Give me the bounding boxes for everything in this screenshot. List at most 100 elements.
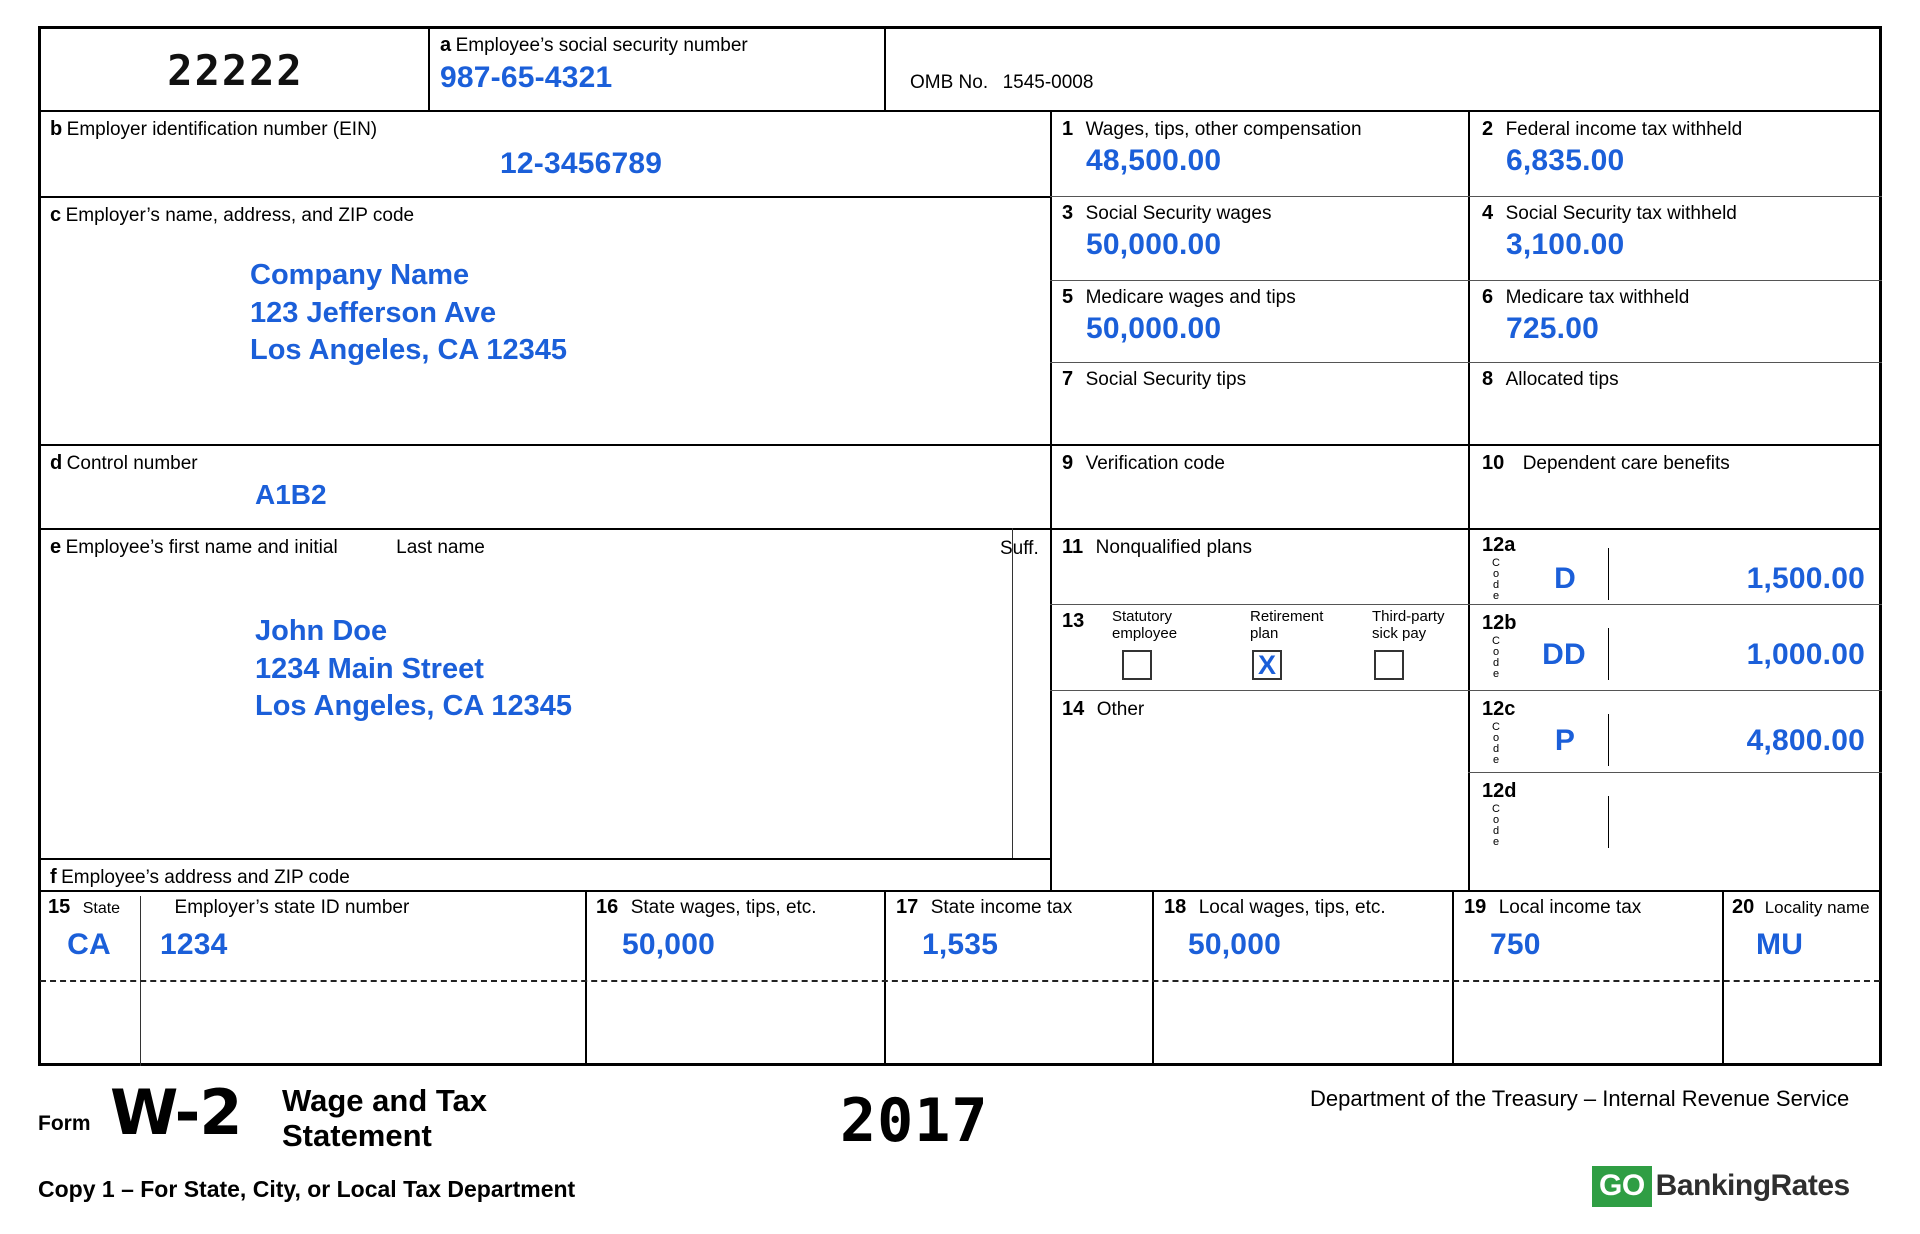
box-16[interactable]: 16 State wages, tips, etc. <box>596 896 886 919</box>
box-d-letter: d <box>50 452 63 474</box>
omb-label: OMB No. <box>910 72 989 93</box>
box-13-number: 13 <box>1062 610 1085 632</box>
box-15-state-value: CA <box>67 928 111 961</box>
box-12c-number: 12c <box>1482 698 1516 720</box>
footer-form-word: Form <box>38 1112 91 1135</box>
box-d-control-number[interactable]: d Control number A1B2 <box>50 452 1030 526</box>
box-12c-amount: 4,800.00 <box>1746 724 1865 757</box>
footer-title: Wage and Tax Statement <box>282 1083 487 1153</box>
box-3-number: 3 <box>1062 202 1074 224</box>
box-19-value: 750 <box>1490 928 1541 961</box>
box-b-ein[interactable]: b Employer identification number (EIN) 1… <box>50 118 1030 192</box>
box-14[interactable]: 14 Other <box>1062 698 1462 724</box>
box-13-retirement-label: Retirement plan <box>1250 608 1324 642</box>
box-4-label: Social Security tax withheld <box>1505 203 1737 224</box>
rule-ssn-omb <box>884 26 886 110</box>
box-7[interactable]: 7 Social Security tips <box>1062 368 1462 394</box>
box-13-statutory-checkbox[interactable] <box>1122 650 1152 680</box>
box-3[interactable]: 3 Social Security wages 50,000.00 <box>1062 202 1462 262</box>
rule-12a-12b <box>1468 604 1882 605</box>
box-11-label: Nonqualified plans <box>1095 537 1252 558</box>
box-18-label: Local wages, tips, etc. <box>1198 897 1386 918</box>
w2-form: 22222 a Employee’s social security numbe… <box>0 0 1920 1234</box>
box-19[interactable]: 19 Local income tax <box>1464 896 1724 919</box>
box-a-letter: a <box>440 34 452 56</box>
box-19-number: 19 <box>1464 896 1487 918</box>
box-12b-code-value: DD <box>1542 638 1586 671</box>
box-20-value: MU <box>1756 928 1804 961</box>
box-c-employer[interactable]: c Employer’s name, address, and ZIP code… <box>50 204 1030 440</box>
box-13-retirement-check-mark: X <box>1257 650 1276 680</box>
box-2[interactable]: 2 Federal income tax withheld 6,835.00 <box>1482 118 1878 178</box>
box-e-line2: 1234 Main Street <box>255 652 484 685</box>
box-12b-amount: 1,000.00 <box>1746 638 1865 671</box>
box-17-label: State income tax <box>930 897 1073 918</box>
box-b-label: Employer identification number (EIN) <box>66 119 378 140</box>
box-11-number: 11 <box>1062 536 1084 558</box>
box-1[interactable]: 1 Wages, tips, other compensation 48,500… <box>1062 118 1462 178</box>
box-16-label: State wages, tips, etc. <box>630 897 817 918</box>
box-10-number: 10 <box>1482 452 1505 474</box>
box-1-value: 48,500.00 <box>1086 144 1222 177</box>
box-2-label: Federal income tax withheld <box>1505 119 1743 140</box>
box-b-value: 12-3456789 <box>500 147 663 180</box>
box-12d-divider <box>1608 796 1609 848</box>
rule-d-e <box>38 528 1050 530</box>
box-13-thirdparty-label: Third-party sick pay <box>1372 608 1445 642</box>
box-1-number: 1 <box>1062 118 1074 140</box>
box-1-label: Wages, tips, other compensation <box>1085 119 1362 140</box>
rule-9-11 <box>1050 528 1882 530</box>
rule-c-d <box>38 444 1050 446</box>
box-20[interactable]: 20 Locality name <box>1732 896 1880 919</box>
box-18[interactable]: 18 Local wages, tips, etc. <box>1164 896 1454 919</box>
box-17[interactable]: 17 State income tax <box>896 896 1156 919</box>
box-15[interactable]: 15 State Employer’s state ID number <box>48 896 588 919</box>
box-19-label: Local income tax <box>1498 897 1642 918</box>
box-5[interactable]: 5 Medicare wages and tips 50,000.00 <box>1062 286 1462 346</box>
box-e-line3: Los Angeles, CA 12345 <box>255 690 572 723</box>
box-12a-code-value: D <box>1554 562 1576 595</box>
box-c-letter: c <box>50 204 62 226</box>
box-f-label: Employee’s address and ZIP code <box>61 867 350 888</box>
box-4[interactable]: 4 Social Security tax withheld 3,100.00 <box>1482 202 1878 262</box>
box-12c-divider <box>1608 714 1609 766</box>
footer-title-line2: Statement <box>282 1117 432 1153</box>
box-16-value: 50,000 <box>622 928 715 961</box>
box-17-number: 17 <box>896 896 919 918</box>
box-13-thirdparty-checkbox[interactable] <box>1374 650 1404 680</box>
box-18-number: 18 <box>1164 896 1187 918</box>
box-11[interactable]: 11 Nonqualified plans <box>1062 536 1462 562</box>
box-12d[interactable]: 12d <box>1482 780 1878 848</box>
gobankingrates-logo[interactable]: GO BankingRates <box>1592 1164 1850 1208</box>
rule-ctrl-ssn <box>428 26 430 110</box>
control-number-top-value: 22222 <box>167 46 304 95</box>
box-b-letter: b <box>50 118 63 140</box>
rule-numbered-split <box>1468 110 1470 890</box>
box-14-number: 14 <box>1062 698 1085 720</box>
box-e-employee-name[interactable]: e Employee’s first name and initial Last… <box>50 536 1050 854</box>
box-10[interactable]: 10 Dependent care benefits <box>1482 452 1878 478</box>
box-6[interactable]: 6 Medicare tax withheld 725.00 <box>1482 286 1878 346</box>
box-c-label: Employer’s name, address, and ZIP code <box>65 205 415 226</box>
box-15-label: State <box>82 900 121 917</box>
box-12d-code-label: Code <box>1492 803 1500 848</box>
box-14-label: Other <box>1096 699 1145 720</box>
rule-state-row-dashed <box>40 980 1880 982</box>
box-12c-code-label: Code <box>1492 721 1500 766</box>
box-15-label-stateid: Employer’s state ID number <box>174 897 410 918</box>
box-e-line1: John Doe <box>255 615 388 647</box>
box-9[interactable]: 9 Verification code <box>1062 452 1462 478</box>
logo-wordmark: BankingRates <box>1655 1169 1851 1202</box>
box-12b-divider <box>1608 628 1609 680</box>
rule-12c-12d <box>1468 772 1882 773</box>
box-12c-code-value: P <box>1554 724 1576 757</box>
box-f-employee-address[interactable]: f Employee’s address and ZIP code <box>50 866 1030 888</box>
box-d-value: A1B2 <box>255 479 327 510</box>
box-a-ssn[interactable]: a Employee’s social security number 987-… <box>440 34 876 95</box>
rule-1-3 <box>1050 196 1882 197</box>
box-8[interactable]: 8 Allocated tips <box>1482 368 1878 394</box>
rule-7-9 <box>1050 444 1882 446</box>
box-4-value: 3,100.00 <box>1506 228 1625 261</box>
box-a-value: 987-65-4321 <box>440 61 613 94</box>
box-2-number: 2 <box>1482 118 1494 140</box>
